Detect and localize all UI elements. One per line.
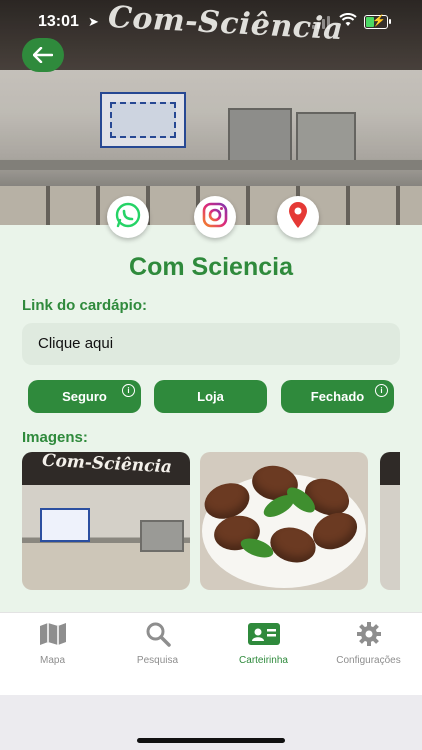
back-button[interactable] — [22, 38, 64, 72]
map-location-button[interactable] — [277, 196, 319, 238]
tab-label: Carteirinha — [239, 655, 288, 666]
tab-carteirinha[interactable]: Carteirinha — [211, 621, 316, 666]
battery-tip — [389, 19, 391, 24]
info-icon[interactable]: i — [375, 384, 388, 397]
tab-label: Mapa — [39, 655, 65, 666]
tag-seguro-button[interactable]: Seguro i — [28, 380, 141, 413]
whatsapp-icon — [114, 201, 142, 234]
tab-configuracoes[interactable]: Configurações — [316, 621, 421, 666]
thumbnail-tile-panel — [40, 508, 90, 542]
whatsapp-button[interactable] — [107, 196, 149, 238]
status-bar: 13:01 ➤ ⚡ — [0, 0, 422, 44]
image-thumbnail-partial[interactable] — [380, 452, 400, 590]
tab-pesquisa[interactable]: Pesquisa — [105, 621, 210, 666]
map-icon — [0, 621, 105, 647]
tag-label: Loja — [197, 389, 224, 404]
tab-label: Pesquisa — [136, 655, 179, 666]
info-icon[interactable]: i — [122, 384, 135, 397]
id-card-icon — [211, 621, 316, 647]
tag-label: Seguro — [62, 389, 107, 404]
menu-link-button[interactable]: Clique aqui — [22, 323, 400, 365]
wifi-icon — [339, 13, 357, 30]
cellular-signal-icon — [312, 15, 332, 29]
instagram-button[interactable] — [194, 196, 236, 238]
menu-link-text: Clique aqui — [38, 335, 114, 352]
bottom-tab-bar: Mapa Pesquisa Carteirinha Configurações — [0, 612, 422, 695]
place-title: Com Sciencia — [129, 253, 293, 281]
screen: Com-Sciência 13:01 ➤ ⚡ Com Sciencia Link… — [0, 0, 422, 695]
arrow-left-icon — [32, 41, 54, 69]
image-thumbnail-kibbeh[interactable] — [200, 452, 368, 590]
tag-loja-button[interactable]: Loja — [154, 380, 267, 413]
instagram-icon — [201, 201, 229, 234]
home-indicator[interactable] — [137, 738, 285, 743]
tag-fechado-button[interactable]: Fechado i — [281, 380, 394, 413]
battery-icon: ⚡ — [364, 15, 391, 29]
thumbnail-sign-text: Com-Sciência — [41, 452, 173, 478]
charging-bolt-icon: ⚡ — [372, 15, 386, 27]
status-time: 13:01 — [38, 13, 79, 30]
menu-link-label: Link do cardápio: — [22, 297, 148, 314]
gear-icon — [316, 621, 421, 647]
tab-mapa[interactable]: Mapa — [0, 621, 105, 666]
images-label: Imagens: — [22, 429, 88, 446]
location-arrow-icon: ➤ — [88, 14, 99, 29]
tag-label: Fechado — [310, 389, 365, 404]
search-icon — [105, 621, 210, 647]
thumbnail-oven — [140, 520, 184, 552]
tab-label: Configurações — [336, 655, 401, 666]
map-pin-icon — [287, 201, 309, 234]
image-thumbnail-restaurant[interactable]: Com-Sciência — [22, 452, 190, 590]
